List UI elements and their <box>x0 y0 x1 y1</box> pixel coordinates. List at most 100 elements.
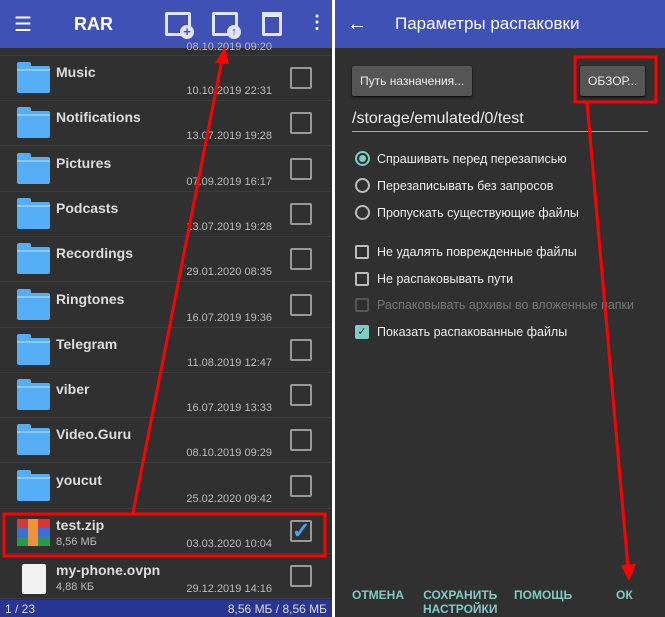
item-checkbox[interactable] <box>290 338 312 361</box>
checkbox[interactable]: ✓ <box>355 325 369 340</box>
selection-count: 1 / 23 <box>5 602 36 616</box>
list-item[interactable]: test.zip 8,56 МБ 03.03.2020 10:04 ✓ <box>0 509 332 554</box>
item-date: 10.10.2019 22:31 <box>186 85 272 97</box>
item-name: Notifications <box>56 109 141 126</box>
settings-label: НАСТРОЙКИ <box>423 602 498 616</box>
overwrite-radio-option[interactable]: Спрашивать перед перезаписью <box>355 151 567 166</box>
option-label: Спрашивать перед перезаписью <box>377 151 567 166</box>
list-item[interactable]: Notifications 13.07.2019 19:28 <box>0 101 332 147</box>
destination-path-button[interactable]: Путь назначения... <box>352 66 473 96</box>
item-date: 07.09.2019 16:17 <box>186 175 272 188</box>
overwrite-radio-option[interactable]: Пропускать существующие файлы <box>355 205 579 220</box>
item-date: 13.07.2019 19:28 <box>186 220 272 233</box>
option-checkbox-item[interactable]: Не распаковывать пути <box>355 271 514 286</box>
item-name: my-phone.ovpn <box>56 562 161 579</box>
back-arrow-icon[interactable]: ← <box>347 13 395 36</box>
folder-icon <box>17 333 50 365</box>
cancel-button[interactable]: ОТМЕНА <box>352 588 404 602</box>
item-date: 16.07.2019 19:36 <box>186 311 272 324</box>
save-label: СОХРАНИТЬ <box>423 588 498 602</box>
folder-icon <box>17 424 50 456</box>
list-item[interactable]: my-phone.ovpn 4,88 КБ 29.12.2019 14:16 <box>0 554 332 600</box>
item-name: youcut <box>56 471 102 488</box>
more-icon[interactable]: ⋮ <box>308 12 326 33</box>
item-name: Video.Guru <box>56 426 132 443</box>
option-label: Пропускать существующие файлы <box>377 205 579 220</box>
radio-button[interactable] <box>355 205 370 220</box>
folder-icon <box>17 243 50 275</box>
option-label: Не удалять поврежденные файлы <box>377 245 577 259</box>
item-checkbox[interactable] <box>290 384 312 407</box>
radio-button[interactable] <box>355 151 370 166</box>
item-checkbox[interactable] <box>290 112 312 135</box>
list-item[interactable]: Video.Guru 08.10.2019 09:29 <box>0 418 332 464</box>
checkbox[interactable] <box>355 245 369 259</box>
item-checkbox[interactable] <box>290 67 312 89</box>
folder-icon <box>17 62 50 93</box>
item-checkbox[interactable] <box>290 248 312 271</box>
overwrite-radio-option[interactable]: Перезаписывать без запросов <box>355 178 553 193</box>
folder-icon <box>17 469 50 501</box>
app-bar: ← Параметры распаковки <box>335 0 665 48</box>
option-checkbox-item[interactable]: ✓ Показать распакованные файлы <box>355 325 568 340</box>
status-bar: 1 / 23 8,56 МБ / 8,56 МБ <box>0 600 332 617</box>
folder-icon <box>17 288 50 320</box>
list-item[interactable]: Recordings 29.01.2020 08:35 <box>0 237 332 283</box>
list-item[interactable]: Music 10.10.2019 22:31 <box>0 56 332 101</box>
save-settings-button[interactable]: СОХРАНИТЬ НАСТРОЙКИ <box>423 588 497 616</box>
folder-icon <box>17 379 50 411</box>
extract-options-screen: ← Параметры распаковки Путь назначения..… <box>335 0 665 617</box>
list-item[interactable]: Ringtones 16.07.2019 19:36 <box>0 283 332 328</box>
browse-button[interactable]: ОБЗОР... <box>580 66 646 96</box>
selection-size: 8,56 МБ / 8,56 МБ <box>227 602 327 616</box>
file-list-screen: Music 10.10.2019 22:31 Notifications 13.07.… <box>0 0 332 617</box>
item-name: Ringtones <box>56 290 125 307</box>
option-checkbox-item[interactable]: Не удалять поврежденные файлы <box>355 245 577 259</box>
item-name: Music <box>56 64 96 80</box>
file-icon <box>22 564 46 595</box>
folder-icon <box>17 152 50 184</box>
item-checkbox[interactable] <box>290 565 312 588</box>
item-name: Podcasts <box>56 199 119 216</box>
radio-button[interactable] <box>355 178 370 193</box>
item-size: 8,56 МБ <box>56 536 97 548</box>
item-checkbox[interactable] <box>290 474 312 497</box>
item-size: 4,88 КБ <box>56 581 95 594</box>
item-name: Pictures <box>56 154 112 171</box>
item-date: 13.07.2019 19:28 <box>186 130 272 143</box>
item-name: Telegram <box>56 335 118 352</box>
item-date: 16.07.2019 13:33 <box>186 402 272 415</box>
item-date: 29.01.2020 08:35 <box>186 266 272 279</box>
item-name: viber <box>56 381 90 398</box>
help-button[interactable]: ПОМОЩЬ <box>514 588 572 602</box>
item-checkbox[interactable] <box>290 157 312 180</box>
list-item-partial[interactable]: 08.10.2019 09:20 <box>0 31 332 56</box>
item-name: test.zip <box>56 517 105 533</box>
destination-path-input[interactable]: /storage/emulated/0/test <box>352 110 648 132</box>
option-label: Перезаписывать без запросов <box>377 178 554 193</box>
item-date: 11.08.2019 12:47 <box>187 356 272 369</box>
item-name: Recordings <box>56 245 134 262</box>
page-title: Параметры распаковки <box>395 14 580 33</box>
item-checkbox[interactable] <box>290 202 312 225</box>
list-item[interactable]: youcut 25.02.2020 09:42 <box>0 464 332 509</box>
item-date: 03.03.2020 10:04 <box>186 538 272 550</box>
item-checkbox[interactable] <box>290 429 312 452</box>
option-checkbox-item: Распаковывать архивы во вложенные папки <box>355 298 634 313</box>
item-date: 29.12.2019 14:16 <box>186 583 272 596</box>
folder-icon <box>17 107 50 139</box>
folder-icon <box>17 197 50 229</box>
list-item[interactable]: Telegram 11.08.2019 12:47 <box>0 328 332 373</box>
list-item[interactable]: Pictures 07.09.2019 16:17 <box>0 147 332 192</box>
list-item[interactable]: viber 16.07.2019 13:33 <box>0 373 332 419</box>
item-date: 08.10.2019 09:29 <box>186 447 272 460</box>
option-label: Показать распакованные файлы <box>377 325 568 340</box>
item-date: 25.02.2020 09:42 <box>186 492 272 505</box>
rar-archive-icon <box>17 519 50 546</box>
list-item[interactable]: Podcasts 13.07.2019 19:28 <box>0 192 332 237</box>
option-label: Не распаковывать пути <box>377 271 514 286</box>
item-checkbox[interactable] <box>290 293 312 316</box>
item-checkbox[interactable]: ✓ <box>290 520 312 542</box>
ok-button[interactable]: ОК <box>616 588 633 602</box>
checkbox[interactable] <box>355 271 369 286</box>
